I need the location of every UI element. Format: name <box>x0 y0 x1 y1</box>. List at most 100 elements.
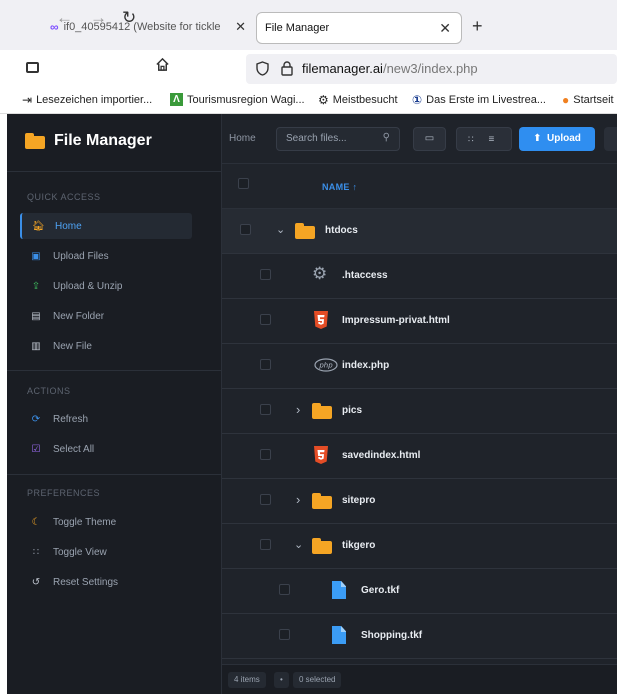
table-row[interactable]: php index.php <box>222 344 617 389</box>
url-text[interactable]: filemanager.ai/new3/index.php <box>302 61 478 76</box>
upload-file-icon: ▣ <box>31 250 41 262</box>
reload-icon[interactable]: ↻ <box>122 9 136 27</box>
sidebar-item-upload-files[interactable]: ▣ Upload Files <box>20 243 192 269</box>
upload-icon: ⬆ <box>533 133 542 144</box>
table-row[interactable]: › sitepro <box>222 479 617 524</box>
chevron-right-icon[interactable]: › <box>296 492 300 507</box>
search-input[interactable]: Search files... ⚲ <box>276 127 400 151</box>
sidebar-item-reset-settings[interactable]: ↺ Reset Settings <box>20 569 192 595</box>
forward-icon[interactable]: → <box>90 9 107 27</box>
sidebar-item-label: Upload & Unzip <box>53 280 123 292</box>
sidebar-item-refresh[interactable]: ⟳ Refresh <box>20 406 192 432</box>
chevron-right-icon[interactable]: › <box>296 402 300 417</box>
sidebar-item-label: Home <box>55 220 82 232</box>
folder-icon <box>312 401 334 421</box>
table-row[interactable]: Impressum-privat.html <box>222 299 617 344</box>
new-tab-button[interactable]: + <box>472 16 483 37</box>
keyboard-icon: ▭ <box>424 133 435 144</box>
upload-button[interactable]: ⬆ Upload <box>519 127 595 151</box>
table-row[interactable]: ⌄ htdocs <box>222 209 617 254</box>
divider <box>7 370 222 371</box>
sidebar-item-new-folder[interactable]: ▤ New Folder <box>20 303 192 329</box>
table-row[interactable]: Gero.tkf <box>222 569 617 614</box>
bookmark-import[interactable]: ⇥ Lesezeichen importier... <box>22 93 152 107</box>
row-checkbox[interactable] <box>260 269 271 280</box>
more-button[interactable] <box>604 127 617 151</box>
reset-icon: ↺ <box>31 576 41 588</box>
bookmark-label: Das Erste im Livestrea... <box>426 94 546 106</box>
select-all-checkbox[interactable] <box>238 178 249 189</box>
file-name: sitepro <box>342 495 376 506</box>
chevron-down-icon[interactable]: ⌄ <box>294 538 303 551</box>
file-name: index.php <box>342 360 390 371</box>
brand: File Manager <box>25 132 152 150</box>
breadcrumb-home[interactable]: Home <box>229 133 256 144</box>
sidebar-item-toggle-view[interactable]: ∷ Toggle View <box>20 539 192 565</box>
row-checkbox[interactable] <box>260 494 271 505</box>
sidebar-item-upload-unzip[interactable]: ⇪ Upload & Unzip <box>20 273 192 299</box>
search-icon: ⚲ <box>382 132 390 143</box>
table-row[interactable]: › pics <box>222 389 617 434</box>
table-row[interactable]: ⌄ tikgero <box>222 524 617 569</box>
row-checkbox[interactable] <box>260 449 271 460</box>
row-checkbox[interactable] <box>279 629 290 640</box>
bookmark-most-visited[interactable]: ⚙ Meistbesucht <box>318 93 398 107</box>
back-icon[interactable]: ← <box>56 9 73 27</box>
checkbox-icon: ☑ <box>31 443 41 455</box>
grid-view-icon[interactable]: ∷ <box>468 134 474 144</box>
bookmark-das-erste[interactable]: ① Das Erste im Livestrea... <box>412 93 546 107</box>
items-count: 4 items <box>228 672 266 688</box>
home-icon: 🏠︎ <box>32 220 45 232</box>
list-view-icon[interactable]: ≡ <box>489 134 495 145</box>
import-icon: ⇥ <box>22 93 33 107</box>
tab-active[interactable]: File Manager ✕ <box>256 12 462 44</box>
row-checkbox[interactable] <box>260 404 271 415</box>
tab-title: File Manager <box>265 22 330 34</box>
sidebar: File Manager QUICK ACCESS 🏠︎ Home ▣ Uplo… <box>7 114 222 694</box>
close-tab-icon[interactable]: ✕ <box>235 19 246 35</box>
svg-text:php: php <box>318 362 333 370</box>
php-icon: php <box>314 358 338 378</box>
row-checkbox[interactable] <box>260 539 271 550</box>
file-icon <box>332 626 354 646</box>
toolbar: Home Search files... ⚲ ▭ ∷ ≡ ⬆ Upload <box>222 114 617 164</box>
chevron-down-icon[interactable]: ⌄ <box>276 223 285 236</box>
file-name: .htaccess <box>342 270 388 281</box>
selected-count: 0 selected <box>293 672 342 688</box>
upload-label: Upload <box>547 133 581 144</box>
bookmark-tourism[interactable]: Λ Tourismusregion Wagi... <box>170 93 305 106</box>
tab-inactive[interactable]: ∞ if0_40595412 (Website for tickle ✕ <box>50 14 250 40</box>
table-row[interactable]: savedindex.html <box>222 434 617 479</box>
file-name: Shopping.tkf <box>361 630 423 641</box>
row-checkbox[interactable] <box>279 584 290 595</box>
sidebar-item-label: Select All <box>53 443 95 455</box>
row-checkbox[interactable] <box>260 359 271 370</box>
folder-icon <box>25 133 45 149</box>
bookmark-startpage[interactable]: ● Startseit <box>562 93 614 107</box>
sidebar-item-select-all[interactable]: ☑ Select All <box>20 436 192 462</box>
divider <box>7 171 222 172</box>
sidebar-toggle-icon[interactable] <box>26 62 39 73</box>
table-row[interactable]: Shopping.tkf <box>222 614 617 659</box>
startpage-icon: ● <box>562 93 570 107</box>
column-header-name[interactable]: NAME ↑ <box>322 182 357 192</box>
sidebar-item-toggle-theme[interactable]: ☾ Toggle Theme <box>20 509 192 535</box>
grid-icon: ∷ <box>32 546 40 558</box>
folder-icon <box>312 491 334 511</box>
table-row[interactable]: ⚙ .htaccess <box>222 254 617 299</box>
sidebar-item-home[interactable]: 🏠︎ Home <box>20 213 192 239</box>
sidebar-item-label: New Folder <box>53 310 105 322</box>
home-icon[interactable] <box>155 57 170 76</box>
shield-icon[interactable] <box>256 61 269 76</box>
refresh-icon: ⟳ <box>31 413 41 425</box>
lock-icon[interactable] <box>280 60 294 76</box>
row-checkbox[interactable] <box>240 224 251 235</box>
close-tab-icon[interactable]: ✕ <box>439 20 451 37</box>
sidebar-item-label: Upload Files <box>53 250 109 262</box>
html5-icon <box>314 446 336 466</box>
keyboard-button[interactable]: ▭ <box>413 127 446 151</box>
file-name: pics <box>342 405 363 416</box>
gear-icon: ⚙ <box>318 93 329 107</box>
sidebar-item-new-file[interactable]: ▥ New File <box>20 333 192 359</box>
row-checkbox[interactable] <box>260 314 271 325</box>
